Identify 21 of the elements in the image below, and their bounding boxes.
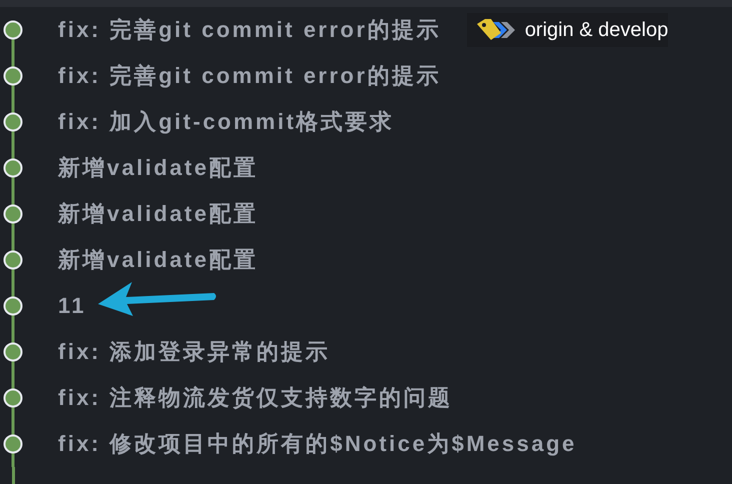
commit-node-icon[interactable] [1,191,25,237]
commit-message[interactable]: fix: 完善git commit error的提示 [58,15,441,45]
commit-message[interactable]: fix: 注释物流发货仅支持数字的问题 [58,383,453,413]
commit-message[interactable]: 新增validate配置 [58,153,258,183]
branch-tag[interactable]: origin & develop [466,13,668,47]
commit-message[interactable]: 新增validate配置 [58,199,258,229]
commit-node-icon[interactable] [1,421,25,467]
commit-message[interactable]: fix: 完善git commit error的提示 [58,61,441,91]
commit-message[interactable]: fix: 加入git-commit格式要求 [58,107,394,137]
commit-node-icon[interactable] [1,329,25,375]
commit-message[interactable]: 新增validate配置 [58,245,258,275]
commit-node-icon[interactable] [1,99,25,145]
commit-message[interactable]: fix: 添加登录异常的提示 [58,337,330,367]
commit-message[interactable]: fix: 修改项目中的所有的$Notice为$Message [58,429,577,459]
commit-node-icon[interactable] [1,375,25,421]
commit-node-icon[interactable] [1,145,25,191]
commit-node-icon[interactable] [1,53,25,99]
commit-node-icon[interactable] [1,237,25,283]
commit-node-icon[interactable] [1,283,25,329]
branch-label: origin & develop [524,18,668,42]
commit-message[interactable]: 11 [58,293,86,319]
